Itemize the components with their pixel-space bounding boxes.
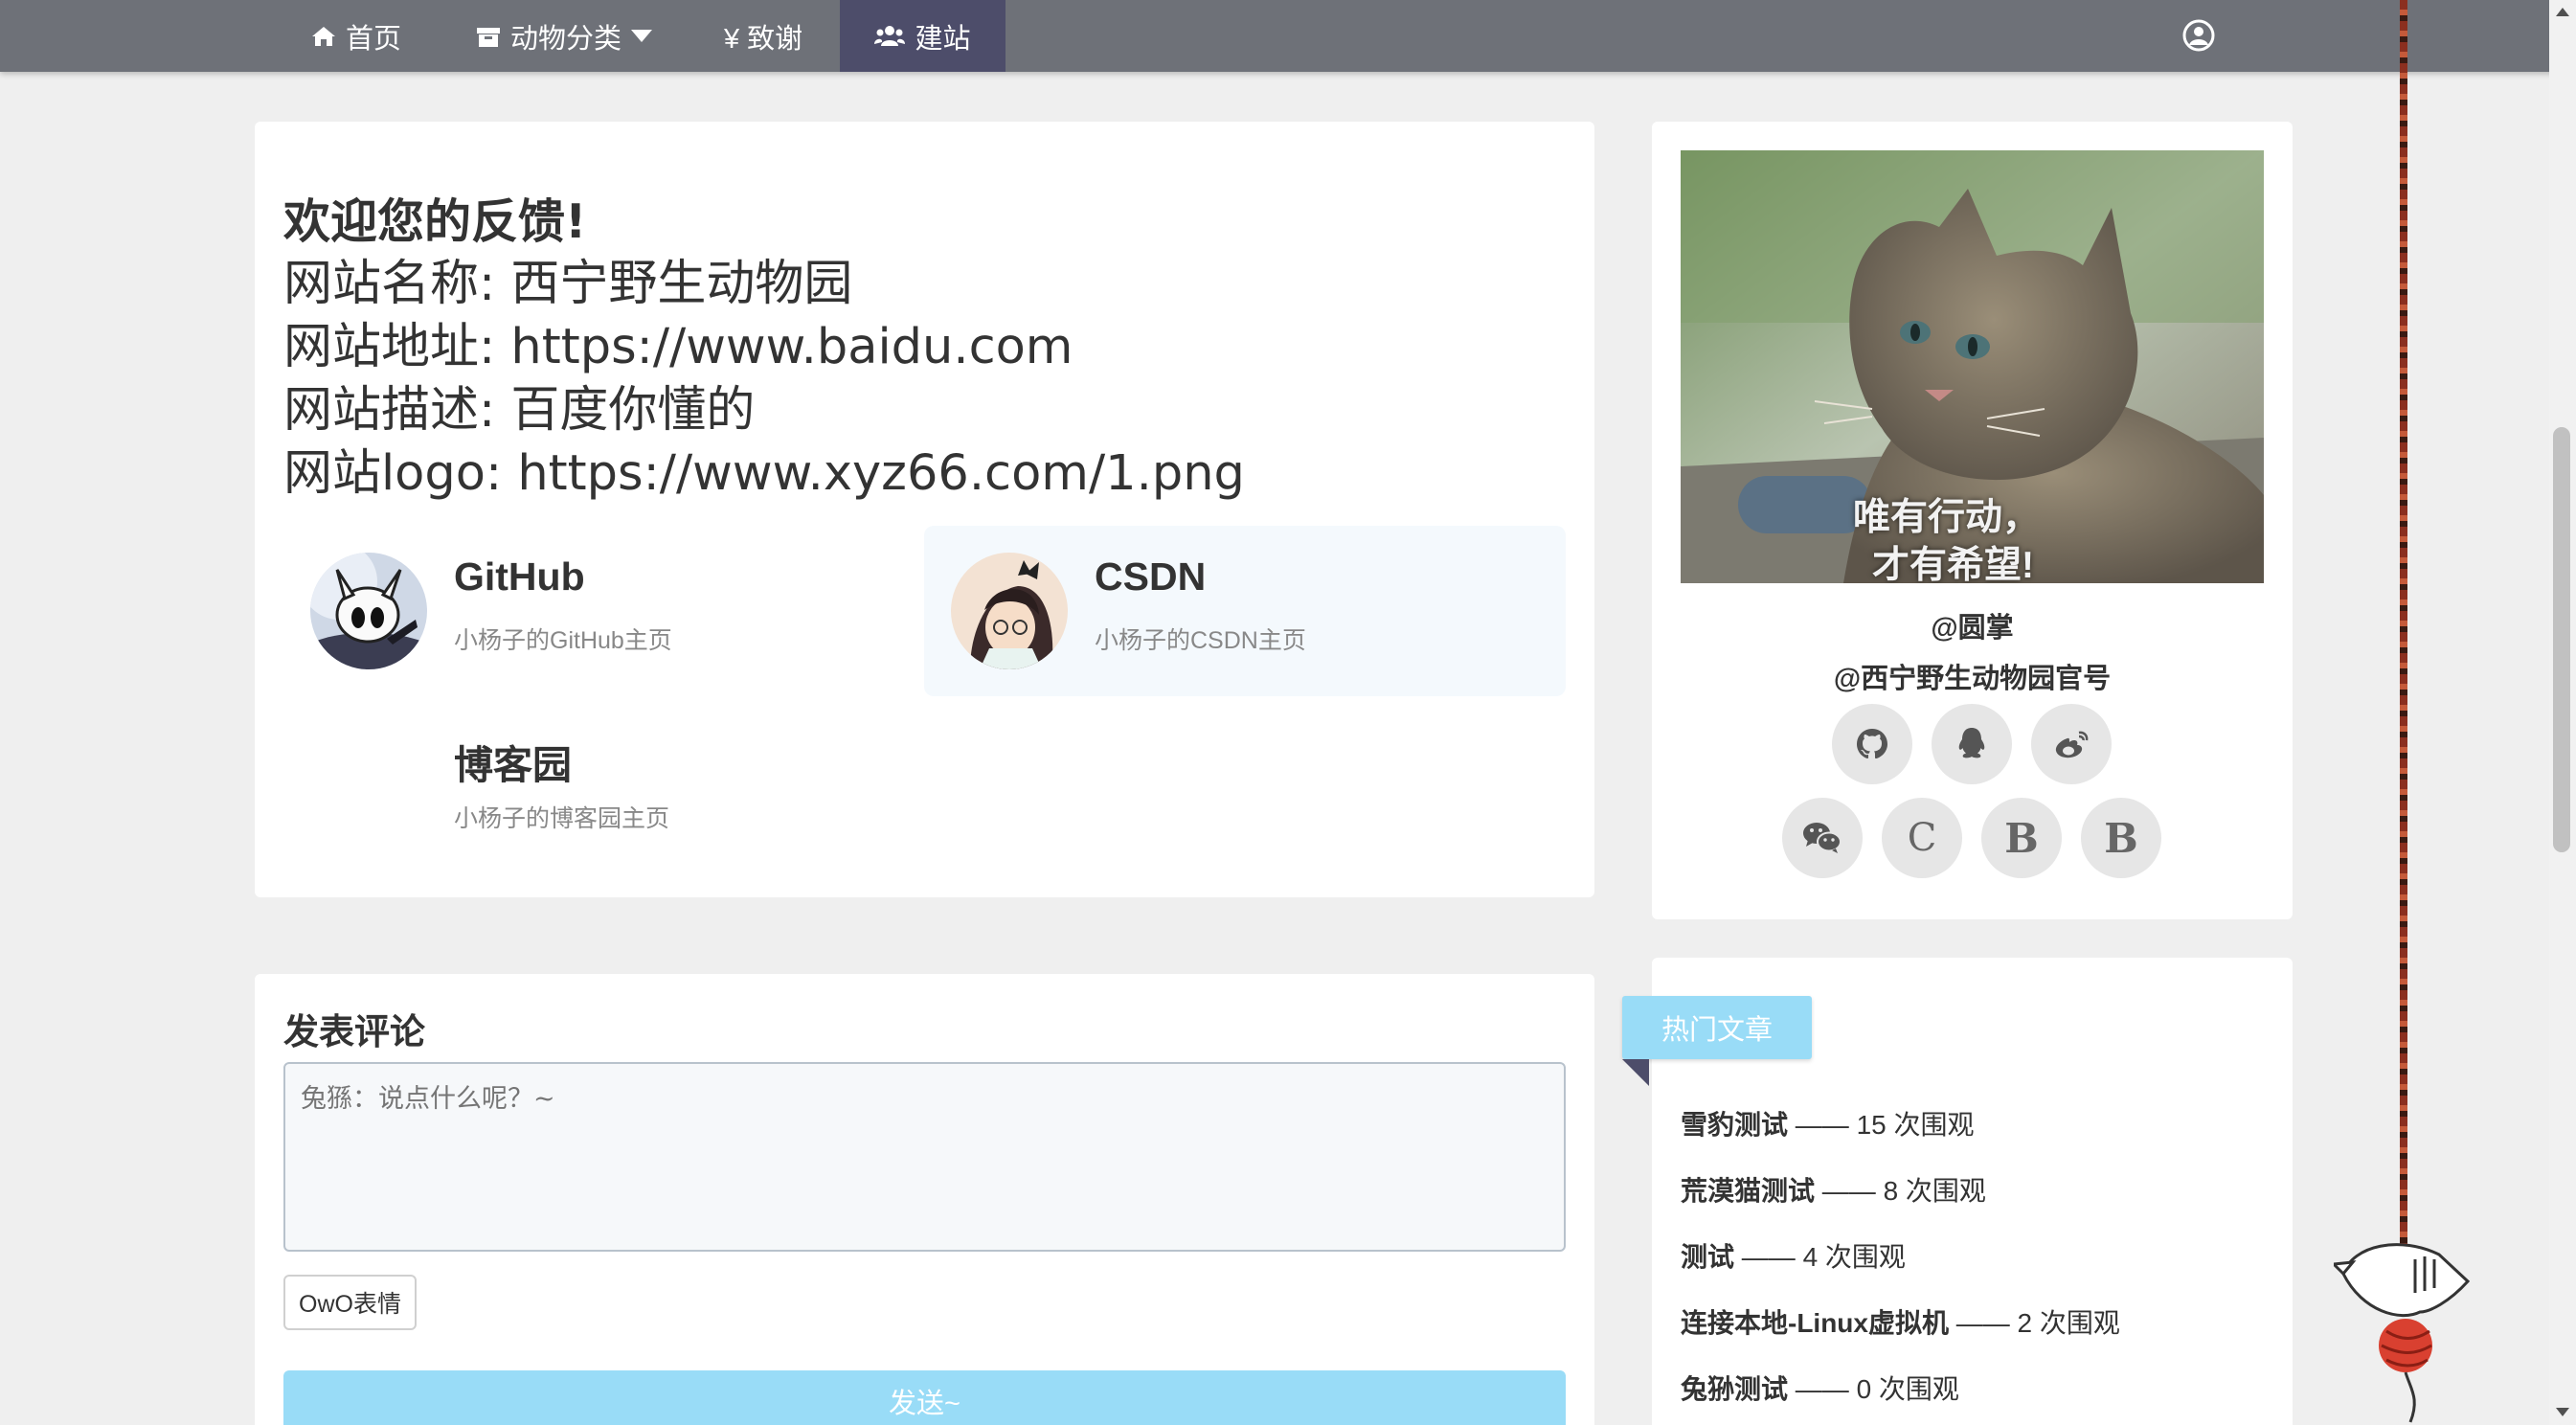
comment-title: 发表评论: [283, 1012, 425, 1052]
hot-article-views: —— 0 次围观: [1788, 1374, 1959, 1404]
nav-home-label: 首页: [346, 23, 402, 55]
hot-articles-ribbon: 热门文章: [1622, 996, 1812, 1059]
friend-link-csdn[interactable]: CSDN 小杨子的CSDN主页: [924, 526, 1566, 696]
b-letter-icon: B: [2004, 814, 2039, 862]
qq-icon: [1958, 728, 1985, 758]
profile-name: @圆掌: [1931, 613, 2014, 644]
blog-social-button[interactable]: B: [2081, 798, 2161, 878]
comment-textarea[interactable]: [283, 1062, 1566, 1252]
owo-emoji-button[interactable]: OwO表情: [283, 1275, 417, 1330]
home-icon: [312, 26, 335, 46]
friend-link-cnblogs[interactable]: 博客园 小杨子的博客园主页: [283, 704, 925, 874]
archive-icon: [477, 27, 500, 47]
image-caption-line1: 唯有行动，: [1853, 497, 2041, 538]
github-social-button[interactable]: [1832, 704, 1912, 784]
nav-animals-label: 动物分类: [510, 23, 622, 55]
wechat-icon: [1803, 823, 1842, 853]
profile-official-account: @西宁野生动物园官号: [1833, 664, 2112, 694]
profile-cat-image: 唯有行动， 才有希望!: [1681, 150, 2264, 583]
csdn-social-button[interactable]: C: [1882, 798, 1962, 878]
scroll-up-arrow[interactable]: [2556, 8, 2569, 16]
hot-article-title: 荒漠猫测试: [1681, 1176, 1816, 1206]
hot-article-item[interactable]: 测试 —— 4 次围观: [1681, 1236, 1906, 1275]
scrollbar-thumb[interactable]: [2553, 427, 2570, 852]
friend-link-github[interactable]: GitHub 小杨子的GitHub主页: [283, 526, 925, 696]
hot-article-title: 测试: [1681, 1242, 1735, 1272]
github-link-desc: 小杨子的GitHub主页: [454, 627, 672, 654]
cnblogs-link-name: 博客园: [454, 743, 572, 787]
nav-animals-dropdown[interactable]: 动物分类: [476, 0, 653, 72]
hot-article-title: 雪豹测试: [1681, 1110, 1789, 1140]
hot-article-title: 兔狲测试: [1681, 1374, 1789, 1404]
site-name-line: 网站名称: 西宁野生动物园: [283, 256, 853, 312]
comment-card: 发表评论 OwO表情 发送~: [255, 974, 1594, 1425]
csdn-avatar: [951, 553, 1068, 669]
hot-article-views: —— 15 次围观: [1788, 1110, 1975, 1140]
hot-article-item[interactable]: 连接本地-Linux虚拟机 —— 2 次围观: [1681, 1302, 2120, 1341]
hot-article-item[interactable]: 雪豹测试 —— 15 次围观: [1681, 1104, 1975, 1142]
wechat-social-button[interactable]: [1782, 798, 1863, 878]
top-navbar: 首页 动物分类 ¥ 致谢 建站: [0, 0, 2576, 72]
caret-down-icon: [631, 29, 653, 42]
github-icon: [1857, 729, 1887, 758]
nav-build[interactable]: 建站: [840, 0, 1006, 72]
scroll-down-arrow[interactable]: [2556, 1408, 2569, 1416]
site-logo-line: 网站logo: https://www.xyz66.com/1.png: [283, 445, 1245, 502]
github-avatar: [310, 553, 427, 669]
github-link-name: GitHub: [454, 554, 585, 599]
bilibili-social-button[interactable]: B: [1981, 798, 2062, 878]
csdn-letter-icon: C: [1907, 816, 1937, 860]
hot-article-item[interactable]: 荒漠猫测试 —— 8 次围观: [1681, 1170, 1986, 1209]
nav-thanks-label: ¥ 致谢: [724, 23, 803, 55]
hot-article-views: —— 2 次围观: [1949, 1308, 2120, 1338]
hot-article-title: 连接本地-Linux虚拟机: [1681, 1308, 1949, 1338]
nav-thanks[interactable]: ¥ 致谢: [724, 0, 802, 72]
weibo-social-button[interactable]: [2031, 704, 2112, 784]
hot-article-item[interactable]: 兔狲测试 —— 0 次围观: [1681, 1368, 1959, 1407]
hot-article-views: —— 8 次围观: [1815, 1176, 1986, 1206]
user-circle-icon[interactable]: [2182, 19, 2215, 52]
hanging-rope: [2400, 0, 2407, 1245]
send-button[interactable]: 发送~: [283, 1370, 1566, 1425]
site-url-line: 网站地址: https://www.baidu.com: [283, 319, 1073, 375]
nav-build-label: 建站: [915, 23, 971, 55]
image-caption-line2: 才有希望!: [1872, 545, 2034, 583]
nav-home[interactable]: 首页: [311, 0, 401, 72]
ribbon-fold: [1622, 1059, 1649, 1086]
cnblogs-link-desc: 小杨子的博客园主页: [454, 805, 670, 832]
site-desc-line: 网站描述: 百度你懂的: [283, 382, 756, 439]
csdn-link-desc: 小杨子的CSDN主页: [1095, 627, 1306, 654]
csdn-link-name: CSDN: [1095, 554, 1207, 599]
b-letter-icon-2: B: [2104, 814, 2138, 862]
hanging-cat-icon[interactable]: [2334, 1235, 2477, 1425]
feedback-card: 欢迎您的反馈! 网站名称: 西宁野生动物园 网站地址: https://www.…: [255, 122, 1594, 897]
weibo-icon: [2055, 731, 2089, 758]
feedback-title: 欢迎您的反馈!: [283, 194, 587, 249]
hot-article-views: —— 4 次围观: [1734, 1242, 1906, 1272]
users-icon: [874, 25, 906, 46]
profile-card: 唯有行动， 才有希望! @圆掌 @西宁野生动物园官号 C B B: [1652, 122, 2293, 919]
qq-social-button[interactable]: [1932, 704, 2012, 784]
